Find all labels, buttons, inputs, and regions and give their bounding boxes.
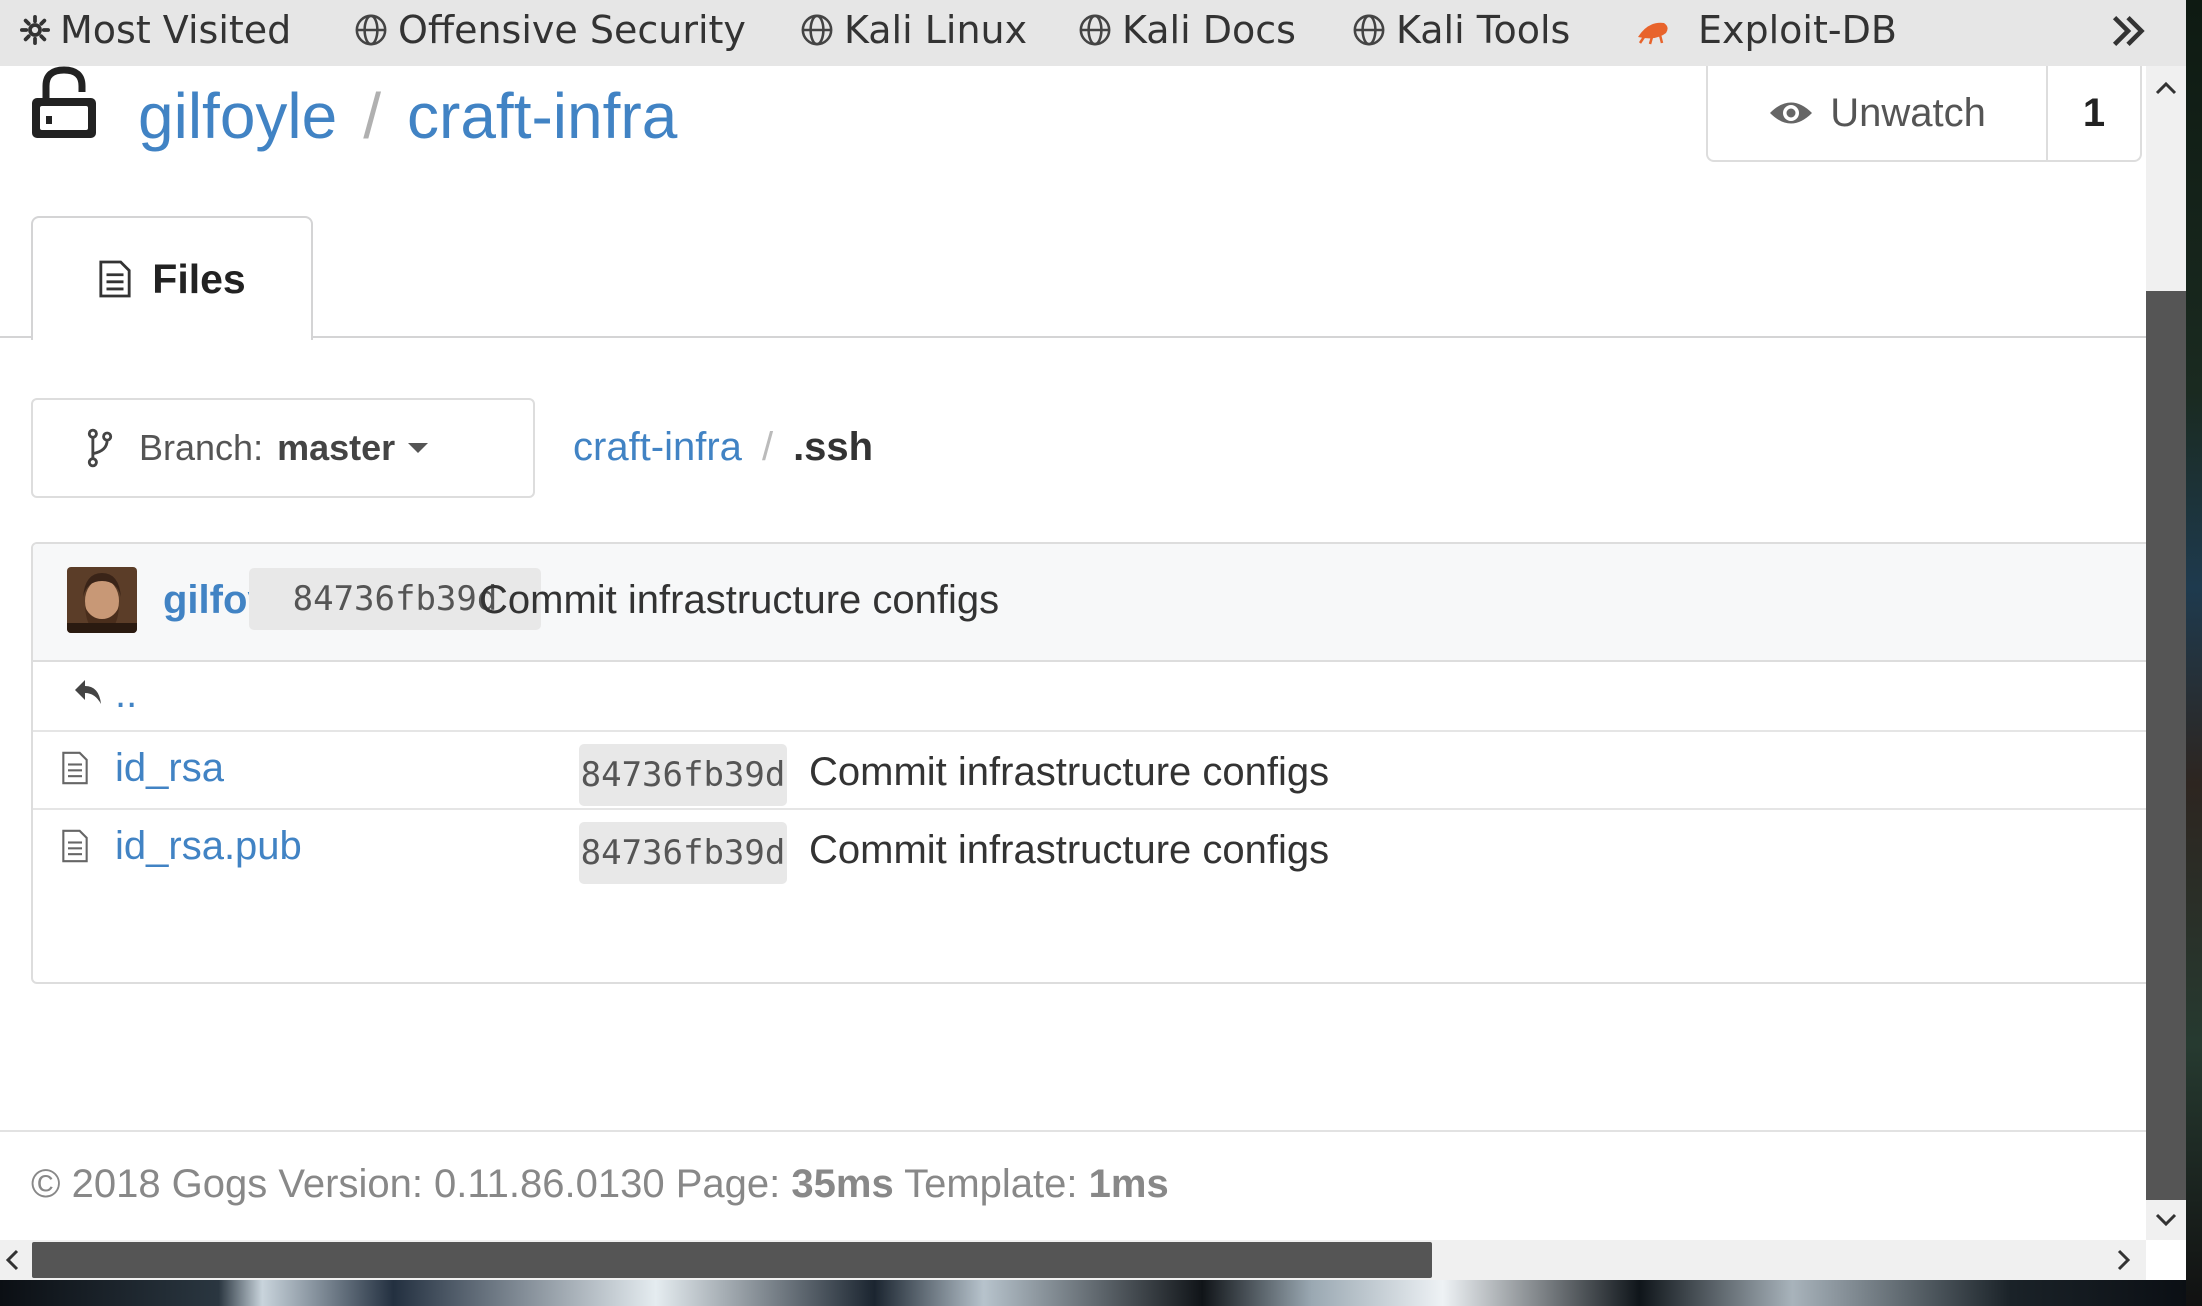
gear-icon <box>20 15 50 45</box>
commit-sha-button[interactable]: 84736fb39d <box>579 822 787 884</box>
scroll-down-arrow-icon[interactable] <box>2146 1200 2186 1240</box>
tab-files-label: Files <box>152 255 246 302</box>
breadcrumb: craft-infra / .ssh <box>573 422 873 472</box>
bookmarks-toolbar: Most Visited Offensive Security Kali Lin… <box>0 0 2186 67</box>
lock-icon <box>32 66 96 138</box>
commit-sha-button[interactable]: 84736fb39d <box>579 744 787 806</box>
vertical-scroll-thumb[interactable] <box>2146 291 2186 1200</box>
bookmark-label: Most Visited <box>60 8 292 52</box>
watch-button-group: Unwatch 1 <box>1706 66 2142 162</box>
bookmarks-overflow-button[interactable] <box>2105 8 2151 54</box>
bookmark-kali-linux[interactable]: Kali Linux <box>800 0 1027 60</box>
horizontal-scroll-thumb[interactable] <box>32 1242 1432 1278</box>
repo-title: gilfoyle / craft-infra <box>138 76 677 156</box>
bookmark-label: Kali Linux <box>844 8 1028 52</box>
globe-icon <box>1353 14 1385 46</box>
footer-template-label: Template: <box>904 1162 1078 1206</box>
avatar[interactable] <box>67 567 137 633</box>
browser-viewport: gilfoyle / craft-infra Unwatch 1 Files B… <box>0 66 2186 1280</box>
footer-divider <box>0 1130 2146 1132</box>
vertical-scrollbar[interactable] <box>2146 66 2186 1240</box>
file-table: gilfoyle 84736fb39d Commit infrastructur… <box>31 542 2165 984</box>
breadcrumb-current: .ssh <box>793 425 874 469</box>
unwatch-label: Unwatch <box>1830 90 1986 135</box>
repo-name-link[interactable]: craft-infra <box>407 80 677 152</box>
footer-template-time: 1ms <box>1088 1162 1169 1206</box>
branch-dropdown[interactable]: Branch: master <box>31 398 535 498</box>
double-chevron-right-icon <box>2112 15 2145 47</box>
horizontal-scrollbar[interactable] <box>0 1240 2146 1280</box>
git-branch-icon <box>87 428 113 468</box>
tab-divider <box>0 336 2146 338</box>
caret-down-icon <box>408 443 429 453</box>
latest-commit-header: gilfoyle 84736fb39d Commit infrastructur… <box>33 544 2163 662</box>
bookmark-label: Kali Tools <box>1396 8 1571 52</box>
tab-files[interactable]: Files <box>31 216 313 340</box>
reply-arrow-icon <box>75 680 101 704</box>
bookmark-most-visited[interactable]: Most Visited <box>20 0 291 60</box>
branch-label: Branch: <box>139 427 264 468</box>
footer-version-text: © 2018 Gogs Version: 0.11.86.0130 Page: <box>31 1162 781 1206</box>
globe-icon <box>1079 14 1111 46</box>
footer-page-time: 35ms <box>791 1162 894 1206</box>
bookmark-kali-docs[interactable]: Kali Docs <box>1078 0 1296 60</box>
commit-message[interactable]: Commit infrastructure configs <box>809 750 1329 795</box>
breadcrumb-root-link[interactable]: craft-infra <box>573 425 742 469</box>
file-text-icon <box>99 260 131 298</box>
globe-icon <box>355 14 387 46</box>
globe-icon <box>801 14 833 46</box>
desktop-background <box>0 1280 2186 1306</box>
bookmark-label: Kali Docs <box>1122 8 1296 52</box>
commit-message[interactable]: Commit infrastructure configs <box>809 828 1329 873</box>
exploit-db-spider-icon <box>1638 22 1668 45</box>
bookmark-kali-tools[interactable]: Kali Tools <box>1352 0 1570 60</box>
breadcrumb-separator: / <box>761 425 774 469</box>
file-link[interactable]: id_rsa <box>115 746 224 791</box>
repo-owner-link[interactable]: gilfoyle <box>138 80 337 152</box>
scroll-left-arrow-icon[interactable] <box>0 1240 24 1280</box>
repo-title-separator: / <box>363 80 381 152</box>
bookmark-label: Exploit-DB <box>1698 8 1897 52</box>
file-link[interactable]: id_rsa.pub <box>115 824 302 869</box>
table-row-parent-dir[interactable]: .. <box>33 660 2163 732</box>
page-content: gilfoyle / craft-infra Unwatch 1 Files B… <box>0 66 2165 1240</box>
branch-value: master <box>277 427 396 468</box>
scroll-right-arrow-icon[interactable] <box>2104 1240 2144 1280</box>
unwatch-button[interactable]: Unwatch <box>1708 66 2048 160</box>
parent-dir-link[interactable]: .. <box>115 672 137 717</box>
file-text-icon <box>62 829 88 863</box>
eye-icon <box>1770 102 1813 124</box>
scroll-up-arrow-icon[interactable] <box>2146 68 2186 108</box>
watch-count[interactable]: 1 <box>2048 66 2140 160</box>
commit-message[interactable]: Commit infrastructure configs <box>479 578 999 623</box>
desktop-background <box>2186 0 2202 1306</box>
file-text-icon <box>62 751 88 785</box>
footer: © 2018 Gogs Version: 0.11.86.0130 Page: … <box>31 1162 1169 1207</box>
bookmark-exploit-db[interactable]: Exploit-DB <box>1634 0 1897 60</box>
bookmark-label: Offensive Security <box>398 8 746 52</box>
table-row: id_rsa.pub 84736fb39d Commit infrastruct… <box>33 810 2163 886</box>
table-row: id_rsa 84736fb39d Commit infrastructure … <box>33 732 2163 810</box>
bookmark-offensive-security[interactable]: Offensive Security <box>354 0 746 60</box>
